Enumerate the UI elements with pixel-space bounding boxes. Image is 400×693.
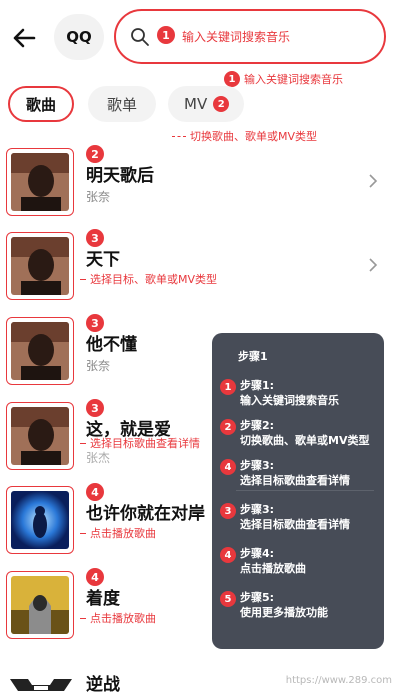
song-title: 他不懂 [86,335,137,355]
step-badge: 1 [224,71,240,87]
step-desc: 选择目标歌曲查看详情 [240,518,350,531]
tabs-callout: 切换歌曲、歌单或MV类型 [172,128,317,144]
panel-title: 步骤1 [238,350,268,363]
tab-mv-label: MV [184,95,208,113]
callout-text: 点击播放歌曲 [90,527,156,540]
step-badge: 5 [220,591,236,607]
album-cover [6,486,74,554]
album-cover-image [11,153,69,211]
album-cover [6,402,74,470]
callout-line [80,442,86,444]
album-cover-image [11,407,69,465]
song-title: 着度 [86,589,120,609]
step-desc: 使用更多播放功能 [240,606,328,619]
step-label: 步骤3: [240,459,275,472]
step-label: 步骤4: [240,547,275,560]
row-callout: 选择目标、歌单或MV类型 [80,271,217,287]
search-callout: 1 输入关键词搜索音乐 [224,71,343,87]
album-cover-image [10,679,72,691]
top-bar: QQ 1 1 输入关键词搜索音乐 [0,0,400,87]
step-divider [236,490,374,491]
step-badge: 1 [220,379,236,395]
album-cover-image [11,237,69,295]
search-box[interactable]: 1 [114,9,386,64]
song-title: 逆战 [86,675,120,693]
chevron-right-icon[interactable] [368,173,378,189]
step-desc: 选择目标歌曲查看详情 [240,474,350,487]
song-title: 天下 [86,250,120,270]
song-artist: 张杰 [86,451,111,465]
song-title: 明天歌后 [86,166,154,186]
list-item[interactable]: 3 天下 选择目标、歌单或MV类型 [0,227,400,307]
callout-line [80,617,86,619]
song-title: 也许你就在对岸 [86,504,205,524]
callout-text: 选择目标、歌单或MV类型 [90,273,218,286]
search-icon [131,28,149,46]
step-badge: 3 [220,503,236,519]
step-label: 步骤3: [240,503,275,516]
album-cover [6,148,74,216]
step-label: 步骤2: [240,419,275,432]
tab-songs[interactable]: 歌曲 [8,86,74,122]
album-cover [6,571,74,639]
step-badge: 2 [220,419,236,435]
step-desc: 输入关键词搜索音乐 [240,394,339,407]
arrow-left-icon[interactable] [10,24,38,52]
album-cover-image [11,322,69,380]
album-cover [6,317,74,385]
watermark: https://www.289.com [285,675,392,686]
callout-text: 输入关键词搜索音乐 [244,73,343,86]
tab-playlists[interactable]: 歌单 [88,86,156,122]
step-badge: 4 [220,547,236,563]
callout-line [80,532,86,534]
search-input[interactable] [182,25,372,49]
row-callout: 点击播放歌曲 [80,525,156,541]
row-callout: 点击播放歌曲 [80,610,156,626]
callout-text: 切换歌曲、歌单或MV类型 [190,130,318,143]
qq-button[interactable]: QQ [54,14,104,60]
song-artist: 张奈 [86,359,111,373]
step-badge: 4 [220,459,236,475]
song-artist: 张奈 [86,190,111,204]
list-item[interactable]: 2 明天歌后 张奈 [0,143,400,223]
step-badge: 2 [213,96,230,112]
callout-line [172,135,186,137]
callout-text: 点击播放歌曲 [90,612,156,625]
step-badge: 1 [157,26,175,44]
album-cover-image [11,576,69,634]
step-label: 步骤1: [240,379,275,392]
step-desc: 切换歌曲、歌单或MV类型 [240,434,370,447]
type-tabs: 歌曲 歌单 MV 2 [0,86,400,126]
step-desc: 点击播放歌曲 [240,562,306,575]
steps-panel: 步骤1 1 步骤1: 输入关键词搜索音乐 2 步骤2: 切换歌曲、歌单或MV类型… [212,333,384,649]
album-cover-image [11,491,69,549]
album-cover [6,232,74,300]
row-callout: 选择目标歌曲查看详情 [80,435,200,451]
callout-line [80,278,86,280]
tab-mv[interactable]: MV 2 [168,86,244,122]
chevron-right-icon[interactable] [368,257,378,273]
callout-text: 选择目标歌曲查看详情 [90,437,200,450]
step-label: 步骤5: [240,591,275,604]
